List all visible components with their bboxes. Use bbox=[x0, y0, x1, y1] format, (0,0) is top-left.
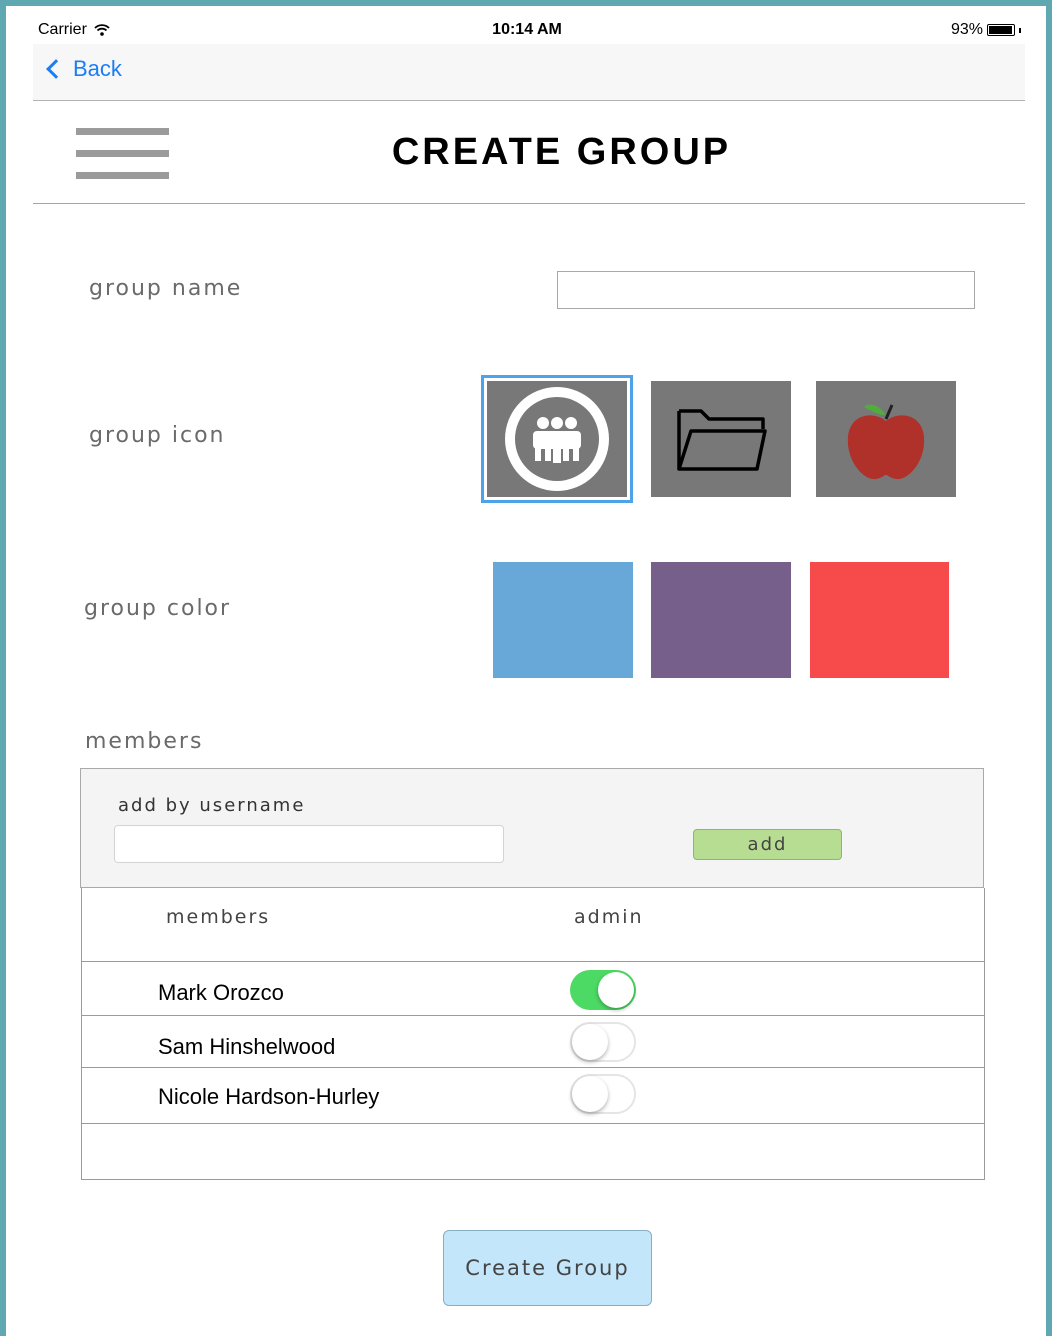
color-option-blue[interactable] bbox=[493, 562, 633, 678]
battery-icon bbox=[987, 24, 1015, 36]
color-option-red[interactable] bbox=[810, 562, 949, 678]
status-bar: Carrier 10:14 AM 93% bbox=[33, 16, 1021, 42]
battery-indicator: 93% bbox=[951, 21, 1021, 39]
battery-tip bbox=[1019, 27, 1021, 33]
member-name: Nicole Hardson-Hurley bbox=[158, 1084, 380, 1109]
chevron-left-icon bbox=[46, 59, 66, 79]
add-member-panel: add by username add bbox=[80, 768, 984, 888]
people-icon bbox=[505, 387, 609, 491]
toggle-knob bbox=[598, 972, 634, 1008]
icon-option-folder[interactable] bbox=[651, 381, 791, 497]
username-input[interactable] bbox=[114, 825, 504, 863]
group-icon-label: group icon bbox=[89, 423, 226, 448]
members-section-title: members bbox=[85, 729, 204, 754]
battery-percent: 93% bbox=[950, 21, 983, 38]
toggle-knob bbox=[572, 1024, 608, 1060]
members-table: members admin Mark Orozco Sam Hinshelwoo… bbox=[81, 888, 985, 1180]
admin-column-header: admin bbox=[574, 906, 644, 928]
admin-toggle[interactable] bbox=[570, 1074, 636, 1114]
table-header: members admin bbox=[82, 888, 984, 962]
page-title: CREATE GROUP bbox=[391, 131, 732, 173]
toggle-knob bbox=[572, 1076, 608, 1112]
create-group-button[interactable]: Create Group bbox=[443, 1230, 652, 1306]
add-member-button[interactable]: add bbox=[693, 829, 842, 860]
folder-icon bbox=[677, 409, 767, 471]
admin-toggle[interactable] bbox=[570, 970, 636, 1010]
group-name-input[interactable] bbox=[557, 271, 975, 309]
icon-option-people[interactable] bbox=[481, 375, 633, 503]
table-row: Nicole Hardson-Hurley bbox=[82, 1068, 984, 1124]
back-label: Back bbox=[73, 56, 122, 81]
table-row: Mark Orozco bbox=[82, 962, 984, 1016]
member-name: Mark Orozco bbox=[158, 980, 284, 1005]
icon-option-apple[interactable] bbox=[816, 381, 956, 497]
group-name-label: group name bbox=[89, 276, 243, 301]
page-header: CREATE GROUP bbox=[33, 101, 1025, 204]
member-name: Sam Hinshelwood bbox=[158, 1034, 336, 1059]
color-option-purple[interactable] bbox=[651, 562, 791, 678]
table-row: Sam Hinshelwood bbox=[82, 1016, 984, 1068]
clock: 10:14 AM bbox=[492, 21, 562, 38]
back-button[interactable]: Back bbox=[45, 56, 122, 82]
members-column-header: members bbox=[166, 906, 271, 928]
navigation-bar: Back bbox=[33, 44, 1025, 101]
add-by-username-label: add by username bbox=[118, 795, 306, 816]
admin-toggle[interactable] bbox=[570, 1022, 636, 1062]
apple-icon bbox=[847, 404, 925, 480]
group-color-label: group color bbox=[84, 596, 232, 621]
